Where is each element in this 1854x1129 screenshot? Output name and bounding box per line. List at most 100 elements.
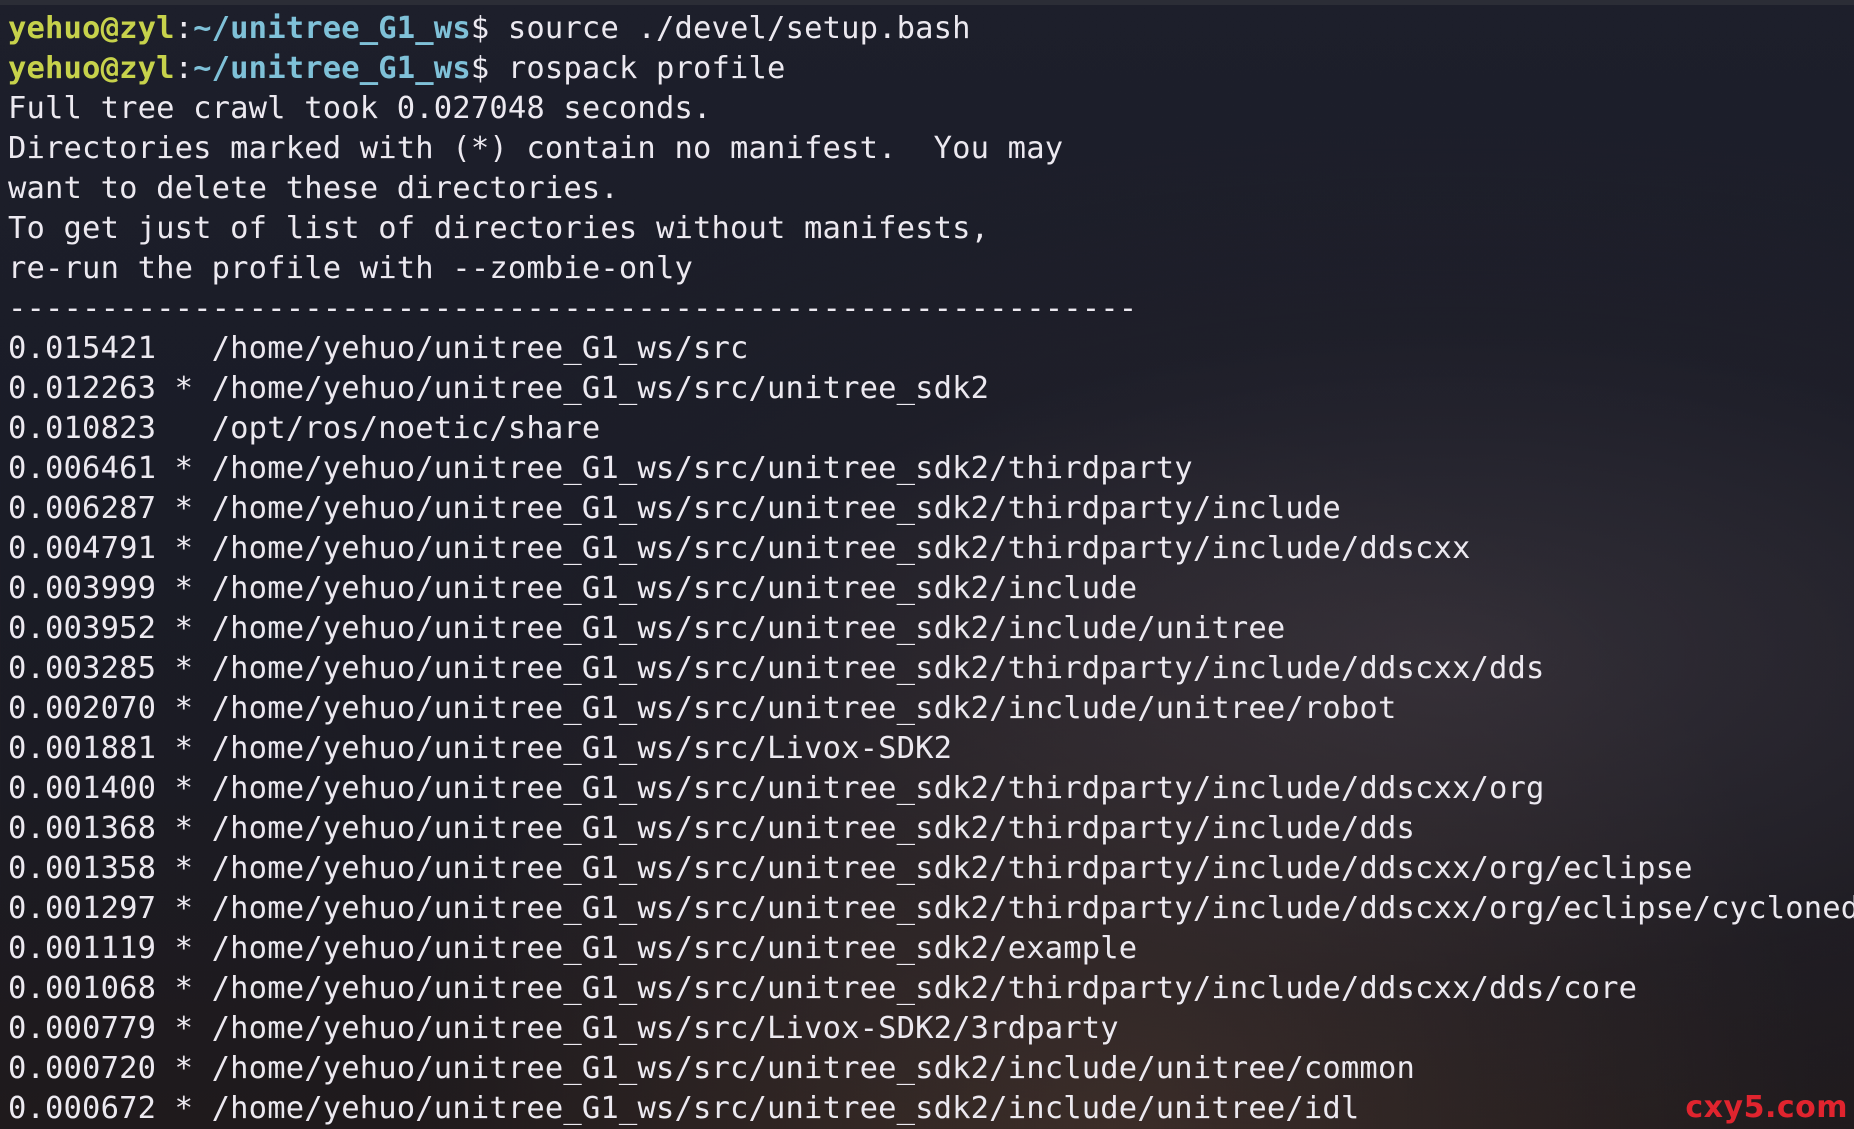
prompt-line: yehuo@zyl:~/unitree_G1_ws$ rospack profi…: [8, 49, 1854, 89]
prompt-colon: :: [174, 11, 194, 46]
manifest-marker: *: [174, 1011, 194, 1046]
manifest-marker: [175, 411, 194, 446]
profile-time: 0.001400: [8, 771, 157, 806]
profile-path: /home/yehuo/unitree_G1_ws/src/unitree_sd…: [211, 371, 990, 406]
profile-time: 0.004791: [8, 531, 157, 566]
profile-path: /home/yehuo/unitree_G1_ws/src/unitree_sd…: [211, 531, 1471, 566]
profile-time: 0.001297: [8, 891, 157, 926]
manifest-marker: *: [174, 1051, 194, 1086]
profile-path: /home/yehuo/unitree_G1_ws/src/unitree_sd…: [211, 811, 1415, 846]
output-message: Full tree crawl took 0.027048 seconds.: [8, 91, 712, 126]
profile-row: 0.000720 * /home/yehuo/unitree_G1_ws/src…: [8, 1049, 1854, 1089]
profile-path: /home/yehuo/unitree_G1_ws/src/unitree_sd…: [211, 851, 1693, 886]
profile-row: 0.001881 * /home/yehuo/unitree_G1_ws/src…: [8, 729, 1854, 769]
profile-row: 0.001297 * /home/yehuo/unitree_G1_ws/src…: [8, 889, 1854, 929]
profile-row: 0.000779 * /home/yehuo/unitree_G1_ws/src…: [8, 1009, 1854, 1049]
prompt-user-host: yehuo@zyl: [8, 51, 175, 86]
profile-time: 0.003285: [8, 651, 157, 686]
profile-time: 0.000720: [8, 1051, 157, 1086]
profile-time: 0.001358: [8, 851, 157, 886]
prompt-path: ~/unitree_G1_ws: [193, 11, 471, 46]
manifest-marker: *: [174, 691, 194, 726]
profile-row: 0.001400 * /home/yehuo/unitree_G1_ws/src…: [8, 769, 1854, 809]
profile-time: 0.006461: [8, 451, 157, 486]
manifest-marker: *: [174, 971, 194, 1006]
manifest-marker: *: [174, 931, 194, 966]
profile-time: 0.002070: [8, 691, 157, 726]
prompt-symbol: $: [470, 51, 508, 86]
profile-row: 0.001358 * /home/yehuo/unitree_G1_ws/src…: [8, 849, 1854, 889]
prompt-path: ~/unitree_G1_ws: [193, 51, 471, 86]
profile-path: /home/yehuo/unitree_G1_ws/src/unitree_sd…: [211, 931, 1138, 966]
profile-path: /home/yehuo/unitree_G1_ws/src/unitree_sd…: [211, 1091, 1360, 1126]
manifest-marker: *: [174, 451, 194, 486]
manifest-marker: [175, 331, 194, 366]
profile-time: 0.015421: [8, 331, 157, 366]
manifest-marker: *: [174, 651, 194, 686]
profile-row: 0.002070 * /home/yehuo/unitree_G1_ws/src…: [8, 689, 1854, 729]
profile-row: 0.015421 /home/yehuo/unitree_G1_ws/src: [8, 329, 1854, 369]
output-separator: ----------------------------------------…: [8, 291, 1138, 326]
command-text: rospack profile: [507, 51, 786, 86]
prompt-symbol: $: [470, 11, 508, 46]
profile-path: /opt/ros/noetic/share: [211, 411, 601, 446]
profile-row: 0.001119 * /home/yehuo/unitree_G1_ws/src…: [8, 929, 1854, 969]
output-message: Directories marked with (*) contain no m…: [8, 131, 1064, 166]
profile-time: 0.003952: [8, 611, 157, 646]
output-message: re-run the profile with --zombie-only: [8, 251, 693, 286]
manifest-marker: *: [174, 771, 194, 806]
profile-path: /home/yehuo/unitree_G1_ws/src/unitree_sd…: [211, 771, 1545, 806]
manifest-marker: *: [174, 851, 194, 886]
profile-path: /home/yehuo/unitree_G1_ws/src/unitree_sd…: [211, 491, 1341, 526]
manifest-marker: *: [174, 731, 194, 766]
profile-time: 0.001881: [8, 731, 157, 766]
profile-row: 0.000672 * /home/yehuo/unitree_G1_ws/src…: [8, 1089, 1854, 1129]
profile-time: 0.001368: [8, 811, 157, 846]
profile-row: 0.004791 * /home/yehuo/unitree_G1_ws/src…: [8, 529, 1854, 569]
profile-row: 0.012263 * /home/yehuo/unitree_G1_ws/src…: [8, 369, 1854, 409]
manifest-marker: *: [174, 891, 194, 926]
profile-time: 0.000672: [8, 1091, 157, 1126]
profile-path: /home/yehuo/unitree_G1_ws/src/unitree_sd…: [211, 651, 1545, 686]
profile-row: 0.003285 * /home/yehuo/unitree_G1_ws/src…: [8, 649, 1854, 689]
manifest-marker: *: [174, 531, 194, 566]
profile-row: 0.006461 * /home/yehuo/unitree_G1_ws/src…: [8, 449, 1854, 489]
profile-time: 0.001068: [8, 971, 157, 1006]
profile-path: /home/yehuo/unitree_G1_ws/src/Livox-SDK2: [211, 731, 953, 766]
profile-results: 0.015421 /home/yehuo/unitree_G1_ws/src 0.…: [8, 329, 1854, 1129]
profile-path: /home/yehuo/unitree_G1_ws/src: [211, 331, 749, 366]
manifest-marker: *: [174, 571, 194, 606]
profile-time: 0.010823: [8, 411, 157, 446]
profile-time: 0.012263: [8, 371, 157, 406]
manifest-marker: *: [174, 611, 194, 646]
profile-row: 0.001068 * /home/yehuo/unitree_G1_ws/src…: [8, 969, 1854, 1009]
manifest-marker: *: [174, 1091, 194, 1126]
terminal-output: yehuo@zyl:~/unitree_G1_ws$ source ./deve…: [8, 9, 1854, 1129]
profile-time: 0.006287: [8, 491, 157, 526]
command-text: source ./devel/setup.bash: [507, 11, 971, 46]
profile-row: 0.003952 * /home/yehuo/unitree_G1_ws/src…: [8, 609, 1854, 649]
profile-row: 0.006287 * /home/yehuo/unitree_G1_ws/src…: [8, 489, 1854, 529]
profile-path: /home/yehuo/unitree_G1_ws/src/unitree_sd…: [211, 691, 1397, 726]
profile-path: /home/yehuo/unitree_G1_ws/src/unitree_sd…: [211, 1051, 1415, 1086]
profile-path: /home/yehuo/unitree_G1_ws/src/unitree_sd…: [211, 571, 1138, 606]
terminal-window[interactable]: yehuo@zyl:~/unitree_G1_ws$ source ./deve…: [0, 0, 1854, 1129]
manifest-marker: *: [174, 811, 194, 846]
prompt-line: yehuo@zyl:~/unitree_G1_ws$ source ./deve…: [8, 9, 1854, 49]
profile-path: /home/yehuo/unitree_G1_ws/src/unitree_sd…: [211, 451, 1193, 486]
profile-time: 0.000779: [8, 1011, 157, 1046]
profile-path: /home/yehuo/unitree_G1_ws/src/Livox-SDK2…: [211, 1011, 1119, 1046]
manifest-marker: *: [174, 371, 194, 406]
profile-time: 0.001119: [8, 931, 157, 966]
profile-path: /home/yehuo/unitree_G1_ws/src/unitree_sd…: [211, 891, 1854, 926]
profile-row: 0.003999 * /home/yehuo/unitree_G1_ws/src…: [8, 569, 1854, 609]
profile-path: /home/yehuo/unitree_G1_ws/src/unitree_sd…: [211, 971, 1638, 1006]
output-message: want to delete these directories.: [8, 171, 619, 206]
site-watermark: cxy5.com: [1685, 1090, 1848, 1125]
profile-row: 0.010823 /opt/ros/noetic/share: [8, 409, 1854, 449]
profile-row: 0.001368 * /home/yehuo/unitree_G1_ws/src…: [8, 809, 1854, 849]
prompt-colon: :: [174, 51, 194, 86]
profile-time: 0.003999: [8, 571, 157, 606]
prompt-user-host: yehuo@zyl: [8, 11, 175, 46]
manifest-marker: *: [174, 491, 194, 526]
